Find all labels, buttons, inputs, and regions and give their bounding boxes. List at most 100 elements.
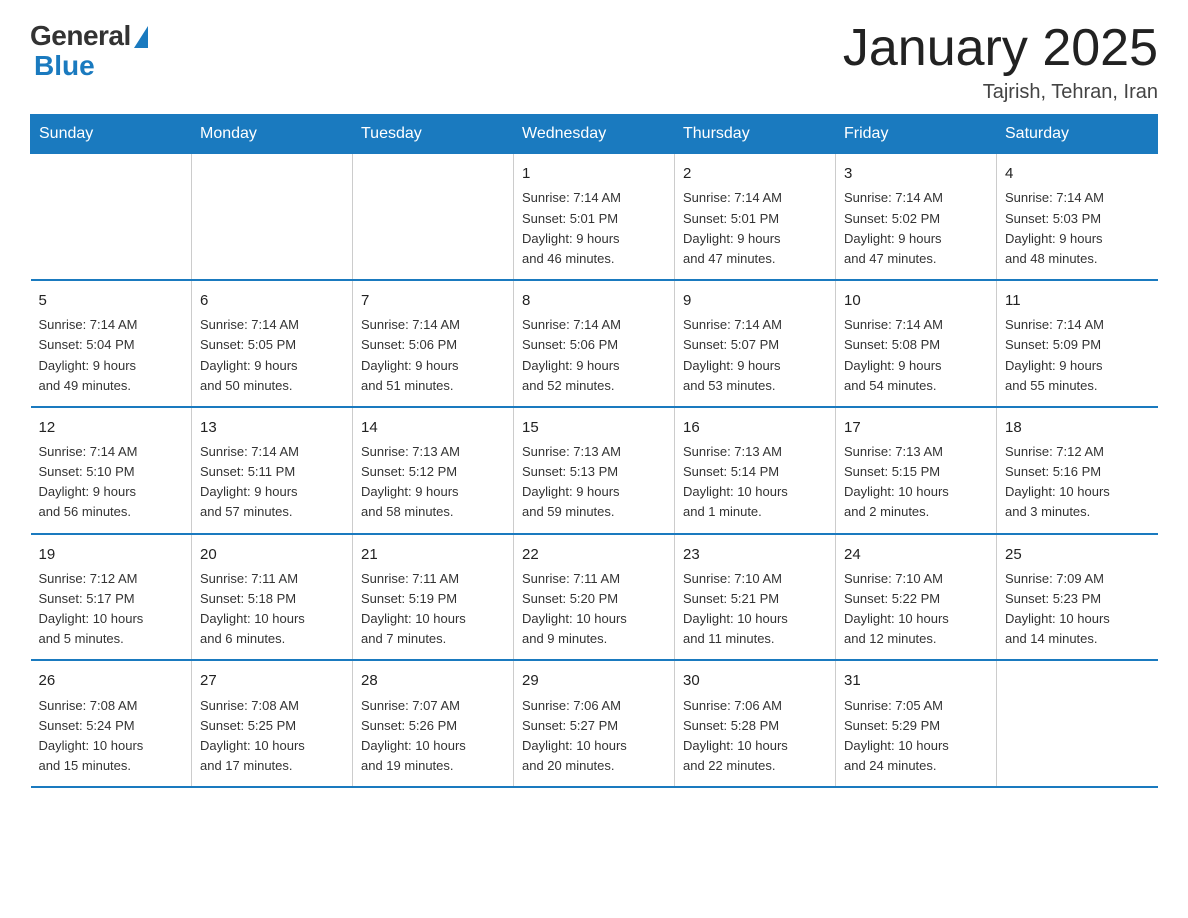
- calendar-cell: 8 Sunrise: 7:14 AMSunset: 5:06 PMDaylight…: [514, 280, 675, 407]
- calendar-cell: 29Sunrise: 7:06 AMSunset: 5:27 PMDayligh…: [514, 660, 675, 787]
- day-info: Sunrise: 7:14 AMSunset: 5:10 PMDaylight:…: [39, 442, 184, 523]
- day-number: 2: [683, 162, 827, 185]
- calendar-cell: 17 Sunrise: 7:13 AMSunset: 5:15 PMDayligh…: [836, 407, 997, 534]
- weekday-row: SundayMondayTuesdayWednesdayThursdayFrid…: [31, 115, 1158, 154]
- day-number: 26: [39, 669, 184, 692]
- calendar-cell: 26Sunrise: 7:08 AMSunset: 5:24 PMDayligh…: [31, 660, 192, 787]
- calendar-cell: 23 Sunrise: 7:10 AMSunset: 5:21 PMDayligh…: [675, 534, 836, 661]
- calendar-cell: 3Sunrise: 7:14 AMSunset: 5:02 PMDaylight…: [836, 154, 997, 280]
- calendar-cell: 6 Sunrise: 7:14 AMSunset: 5:05 PMDaylight…: [192, 280, 353, 407]
- calendar-cell: 14Sunrise: 7:13 AMSunset: 5:12 PMDayligh…: [353, 407, 514, 534]
- location-text: Tajrish, Tehran, Iran: [843, 81, 1158, 104]
- weekday-header-saturday: Saturday: [997, 115, 1158, 154]
- day-number: 19: [39, 543, 184, 566]
- day-number: 20: [200, 543, 344, 566]
- calendar-week-4: 19 Sunrise: 7:12 AMSunset: 5:17 PMDayligh…: [31, 534, 1158, 661]
- calendar-body: 1 Sunrise: 7:14 AMSunset: 5:01 PMDaylight…: [31, 154, 1158, 788]
- day-number: 18: [1005, 416, 1150, 439]
- day-info: Sunrise: 7:14 AMSunset: 5:01 PMDaylight:…: [522, 188, 666, 269]
- calendar-cell: 24 Sunrise: 7:10 AMSunset: 5:22 PMDayligh…: [836, 534, 997, 661]
- day-info: Sunrise: 7:14 AMSunset: 5:11 PMDaylight:…: [200, 442, 344, 523]
- day-info: Sunrise: 7:12 AMSunset: 5:16 PMDaylight:…: [1005, 442, 1150, 523]
- day-info: Sunrise: 7:14 AMSunset: 5:09 PMDaylight:…: [1005, 315, 1150, 396]
- calendar-cell: 2 Sunrise: 7:14 AMSunset: 5:01 PMDaylight…: [675, 154, 836, 280]
- day-number: 8: [522, 289, 666, 312]
- day-number: 28: [361, 669, 505, 692]
- calendar-cell: 20 Sunrise: 7:11 AMSunset: 5:18 PMDayligh…: [192, 534, 353, 661]
- weekday-header-sunday: Sunday: [31, 115, 192, 154]
- weekday-header-thursday: Thursday: [675, 115, 836, 154]
- day-info: Sunrise: 7:13 AMSunset: 5:14 PMDaylight:…: [683, 442, 827, 523]
- day-number: 23: [683, 543, 827, 566]
- day-number: 11: [1005, 289, 1150, 312]
- day-info: Sunrise: 7:10 AMSunset: 5:21 PMDaylight:…: [683, 569, 827, 650]
- day-info: Sunrise: 7:13 AMSunset: 5:15 PMDaylight:…: [844, 442, 988, 523]
- calendar-cell: 25 Sunrise: 7:09 AMSunset: 5:23 PMDayligh…: [997, 534, 1158, 661]
- day-number: 7: [361, 289, 505, 312]
- day-number: 30: [683, 669, 827, 692]
- day-info: Sunrise: 7:14 AMSunset: 5:06 PMDaylight:…: [522, 315, 666, 396]
- calendar-cell: 27Sunrise: 7:08 AMSunset: 5:25 PMDayligh…: [192, 660, 353, 787]
- day-info: Sunrise: 7:11 AMSunset: 5:18 PMDaylight:…: [200, 569, 344, 650]
- calendar-cell: [997, 660, 1158, 787]
- calendar-table: SundayMondayTuesdayWednesdayThursdayFrid…: [30, 114, 1158, 788]
- logo-blue-text: Blue: [30, 50, 95, 82]
- day-info: Sunrise: 7:06 AMSunset: 5:27 PMDaylight:…: [522, 696, 666, 777]
- calendar-cell: 9Sunrise: 7:14 AMSunset: 5:07 PMDaylight…: [675, 280, 836, 407]
- day-info: Sunrise: 7:14 AMSunset: 5:01 PMDaylight:…: [683, 188, 827, 269]
- day-info: Sunrise: 7:14 AMSunset: 5:05 PMDaylight:…: [200, 315, 344, 396]
- day-number: 12: [39, 416, 184, 439]
- day-number: 13: [200, 416, 344, 439]
- calendar-cell: [353, 154, 514, 280]
- calendar-week-3: 12 Sunrise: 7:14 AMSunset: 5:10 PMDayligh…: [31, 407, 1158, 534]
- calendar-cell: 16 Sunrise: 7:13 AMSunset: 5:14 PMDayligh…: [675, 407, 836, 534]
- day-number: 21: [361, 543, 505, 566]
- day-info: Sunrise: 7:14 AMSunset: 5:04 PMDaylight:…: [39, 315, 184, 396]
- calendar-cell: 12 Sunrise: 7:14 AMSunset: 5:10 PMDayligh…: [31, 407, 192, 534]
- day-info: Sunrise: 7:11 AMSunset: 5:19 PMDaylight:…: [361, 569, 505, 650]
- calendar-header: SundayMondayTuesdayWednesdayThursdayFrid…: [31, 115, 1158, 154]
- day-number: 10: [844, 289, 988, 312]
- logo-triangle-icon: [134, 26, 148, 48]
- day-number: 27: [200, 669, 344, 692]
- day-number: 16: [683, 416, 827, 439]
- day-info: Sunrise: 7:14 AMSunset: 5:02 PMDaylight:…: [844, 188, 988, 269]
- weekday-header-friday: Friday: [836, 115, 997, 154]
- weekday-header-monday: Monday: [192, 115, 353, 154]
- calendar-cell: 1 Sunrise: 7:14 AMSunset: 5:01 PMDaylight…: [514, 154, 675, 280]
- day-number: 15: [522, 416, 666, 439]
- calendar-cell: 15Sunrise: 7:13 AMSunset: 5:13 PMDayligh…: [514, 407, 675, 534]
- calendar-cell: 4 Sunrise: 7:14 AMSunset: 5:03 PMDaylight…: [997, 154, 1158, 280]
- calendar-cell: 18 Sunrise: 7:12 AMSunset: 5:16 PMDayligh…: [997, 407, 1158, 534]
- calendar-cell: 5 Sunrise: 7:14 AMSunset: 5:04 PMDaylight…: [31, 280, 192, 407]
- calendar-cell: 19 Sunrise: 7:12 AMSunset: 5:17 PMDayligh…: [31, 534, 192, 661]
- day-info: Sunrise: 7:14 AMSunset: 5:03 PMDaylight:…: [1005, 188, 1150, 269]
- day-number: 5: [39, 289, 184, 312]
- day-number: 17: [844, 416, 988, 439]
- calendar-cell: 22Sunrise: 7:11 AMSunset: 5:20 PMDayligh…: [514, 534, 675, 661]
- calendar-cell: 13 Sunrise: 7:14 AMSunset: 5:11 PMDayligh…: [192, 407, 353, 534]
- calendar-cell: 31Sunrise: 7:05 AMSunset: 5:29 PMDayligh…: [836, 660, 997, 787]
- day-number: 6: [200, 289, 344, 312]
- day-number: 31: [844, 669, 988, 692]
- day-number: 24: [844, 543, 988, 566]
- day-info: Sunrise: 7:13 AMSunset: 5:12 PMDaylight:…: [361, 442, 505, 523]
- day-info: Sunrise: 7:12 AMSunset: 5:17 PMDaylight:…: [39, 569, 184, 650]
- day-info: Sunrise: 7:14 AMSunset: 5:06 PMDaylight:…: [361, 315, 505, 396]
- weekday-header-tuesday: Tuesday: [353, 115, 514, 154]
- logo-general-text: General: [30, 20, 131, 52]
- day-number: 9: [683, 289, 827, 312]
- day-number: 4: [1005, 162, 1150, 185]
- day-number: 25: [1005, 543, 1150, 566]
- calendar-cell: [192, 154, 353, 280]
- page-header: General Blue January 2025 Tajrish, Tehra…: [30, 20, 1158, 104]
- month-title: January 2025: [843, 20, 1158, 77]
- day-info: Sunrise: 7:10 AMSunset: 5:22 PMDaylight:…: [844, 569, 988, 650]
- calendar-week-1: 1 Sunrise: 7:14 AMSunset: 5:01 PMDaylight…: [31, 154, 1158, 280]
- day-info: Sunrise: 7:09 AMSunset: 5:23 PMDaylight:…: [1005, 569, 1150, 650]
- calendar-cell: [31, 154, 192, 280]
- day-number: 1: [522, 162, 666, 185]
- calendar-cell: 11 Sunrise: 7:14 AMSunset: 5:09 PMDayligh…: [997, 280, 1158, 407]
- calendar-week-5: 26Sunrise: 7:08 AMSunset: 5:24 PMDayligh…: [31, 660, 1158, 787]
- calendar-week-2: 5 Sunrise: 7:14 AMSunset: 5:04 PMDaylight…: [31, 280, 1158, 407]
